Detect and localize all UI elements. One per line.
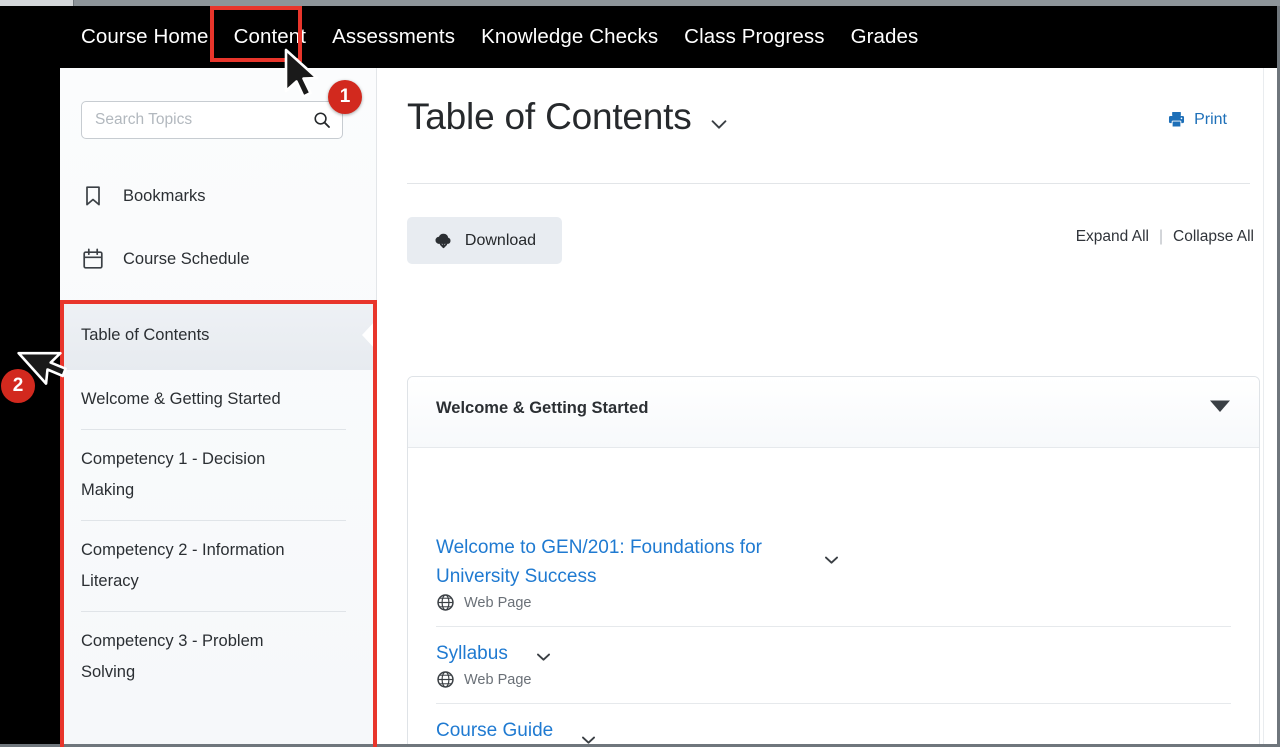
calendar-icon (83, 248, 103, 269)
module-header[interactable]: Welcome & Getting Started (408, 377, 1259, 448)
topic-meta-label: Web Page (464, 671, 532, 688)
nav-course-home[interactable]: Course Home (81, 25, 209, 49)
module-card-welcome-getting-started: Welcome & Getting Started Welcome to GEN… (407, 376, 1260, 747)
sidebar-item-label-bookmarks: Bookmarks (123, 186, 206, 205)
search-input[interactable] (95, 111, 312, 129)
topic-row: Syllabus Web Page (436, 627, 1231, 704)
expand-all-link[interactable]: Expand All (1076, 228, 1149, 246)
download-label: Download (464, 231, 537, 249)
topic-meta-label: Web Page (464, 594, 532, 611)
expand-collapse-separator: | (1158, 228, 1163, 245)
topic-meta: Web Page (436, 670, 1231, 689)
topic-link-syllabus[interactable]: Syllabus (436, 639, 508, 668)
toc-header-label: Table of Contents (81, 325, 210, 344)
content-sidebar: Bookmarks Course Schedule Table of Conte… (60, 68, 377, 747)
print-label: Print (1194, 110, 1227, 128)
globe-icon (437, 671, 454, 688)
title-divider (407, 183, 1250, 184)
toc-item-competency-2[interactable]: Competency 2 - Information Literacy (81, 520, 346, 611)
mouse-cursor-pointer-1 (284, 48, 319, 98)
topic-meta: Web Page (436, 593, 1231, 612)
chevron-down-icon[interactable] (534, 647, 553, 666)
topic-link-course-guide[interactable]: Course Guide (436, 716, 553, 745)
module-body: Welcome to GEN/201: Foundations for Univ… (408, 448, 1259, 747)
nav-knowledge-checks[interactable]: Knowledge Checks (481, 25, 658, 49)
module-title: Welcome & Getting Started (436, 399, 649, 417)
chevron-down-icon[interactable] (708, 113, 730, 135)
triangle-down-icon[interactable] (1209, 399, 1231, 413)
toc-item-competency-1[interactable]: Competency 1 - Decision Making (81, 429, 346, 520)
cloud-download-icon (435, 233, 451, 249)
sidebar-item-course-schedule[interactable]: Course Schedule (81, 247, 250, 271)
collapse-left-arrow-icon[interactable] (360, 320, 376, 350)
topic-row: Course Guide (436, 704, 1231, 747)
main-content-area: Table of Contents Print Download Expand … (377, 68, 1280, 747)
sidebar-item-bookmarks[interactable]: Bookmarks (81, 184, 206, 208)
callout-badge-2: 2 (1, 369, 35, 403)
vertical-scrollbar-thumb[interactable] (1266, 70, 1275, 220)
topic-title-wrap: Course Guide (436, 716, 1231, 747)
topic-link-welcome-gen201[interactable]: Welcome to GEN/201: Foundations for Univ… (436, 533, 796, 591)
page-title-row: Table of Contents (407, 96, 730, 138)
print-button[interactable]: Print (1167, 110, 1227, 129)
nav-grades[interactable]: Grades (851, 25, 919, 49)
bookmark-icon (86, 186, 100, 206)
toc-item-list: Welcome & Getting Started Competency 1 -… (60, 370, 376, 702)
topic-title-wrap: Syllabus (436, 639, 1231, 668)
nav-content[interactable]: Content (234, 25, 307, 49)
download-button[interactable]: Download (407, 217, 562, 264)
search-topics-box[interactable] (81, 101, 343, 139)
callout-badge-1: 1 (328, 80, 362, 114)
search-topics-wrapper (81, 101, 343, 139)
app-screenshot: Course Home Content Assessments Knowledg… (0, 0, 1280, 747)
globe-icon (437, 594, 454, 611)
topic-row: Welcome to GEN/201: Foundations for Univ… (436, 448, 1231, 627)
sidebar-item-label-course-schedule: Course Schedule (123, 249, 250, 268)
course-navbar: Course Home Content Assessments Knowledg… (60, 6, 1280, 68)
expand-collapse-controls: Expand All | Collapse All (1076, 228, 1254, 246)
toc-header[interactable]: Table of Contents (60, 300, 376, 370)
toc-item-welcome-getting-started[interactable]: Welcome & Getting Started (81, 370, 346, 429)
collapse-all-link[interactable]: Collapse All (1173, 228, 1254, 246)
printer-icon (1169, 111, 1185, 128)
table-of-contents-panel: Table of Contents Welcome & Getting Star… (60, 300, 376, 702)
page-title: Table of Contents (407, 96, 692, 137)
search-icon[interactable] (312, 110, 332, 130)
topic-title-wrap: Welcome to GEN/201: Foundations for Univ… (436, 533, 1231, 591)
nav-class-progress[interactable]: Class Progress (684, 25, 824, 49)
chevron-down-icon[interactable] (822, 550, 841, 569)
toc-item-competency-3[interactable]: Competency 3 - Problem Solving (81, 611, 346, 702)
nav-assessments[interactable]: Assessments (332, 25, 455, 49)
